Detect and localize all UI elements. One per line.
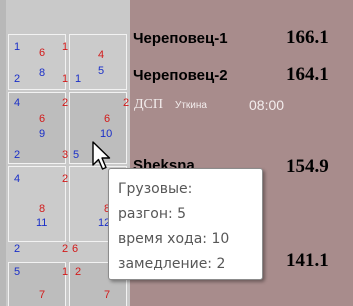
duty-time: 08:00 [249,97,285,113]
cell-number: 4 [14,97,21,109]
cell-number: 1 [62,41,69,53]
cell-number: 6 [104,113,111,125]
duty-label: ДСП [134,97,163,112]
cell-number: 2 [62,97,69,109]
cell-number: 4 [14,173,21,185]
cell-number: 2 [123,97,130,109]
mouse-cursor-icon [92,141,111,170]
cell-number: 2 [14,243,21,255]
cell-number: 2 [62,243,69,255]
tooltip-line-travel-time: время хода: 10 [118,231,230,247]
station-km: 166.1 [286,27,329,48]
cell-number: 7 [39,289,46,301]
cell-number: 6 [39,47,46,59]
cell-number: 2 [75,266,82,278]
cell-number: 8 [39,203,46,215]
cell-number: 4 [98,49,105,61]
cell-number: 9 [39,128,46,140]
tooltip: Грузовые: разгон: 5 время хода: 10 замед… [108,168,263,280]
station-name: Череповец-2 [133,67,228,84]
station-km: 164.1 [286,64,329,85]
cell-number: 8 [39,67,46,79]
grid-cell[interactable]: 4 2 8 11 2 2 [8,166,69,255]
cell-number: 2 [14,149,21,161]
station-name: Череповец-1 [133,30,228,47]
cell-number: 7 [104,289,111,301]
grid-cell[interactable]: 1 6 1 2 8 1 [8,34,69,90]
grid-cell[interactable]: 4 6 2 9 2 3 [8,92,69,164]
tooltip-line-deceleration: замедление: 2 [118,256,226,272]
cell-number: 2 [14,73,21,85]
cell-number: 3 [62,149,69,161]
station-km: 141.1 [286,250,329,271]
station-km: 154.9 [286,156,329,177]
cell-number: 2 [62,173,69,185]
cell-number: 6 [39,113,46,125]
grid-cell[interactable]: 4 5 1 [69,34,127,90]
grid-cell[interactable]: 5 1 7 [8,262,69,306]
cell-number: 1 [75,73,82,85]
cell-number: 5 [73,149,80,161]
duty-officer-name: Уткина [175,100,207,111]
cell-number: 1 [14,41,21,53]
cell-number: 6 [72,243,79,255]
cell-number: 11 [36,217,48,229]
cell-number: 5 [98,65,105,77]
cell-number: 1 [62,266,69,278]
tooltip-line-acceleration: разгон: 5 [118,206,187,222]
cell-number: 10 [100,128,113,140]
cell-number: 1 [62,73,69,85]
tooltip-title: Грузовые: [118,181,193,197]
cell-number: 5 [14,266,21,278]
